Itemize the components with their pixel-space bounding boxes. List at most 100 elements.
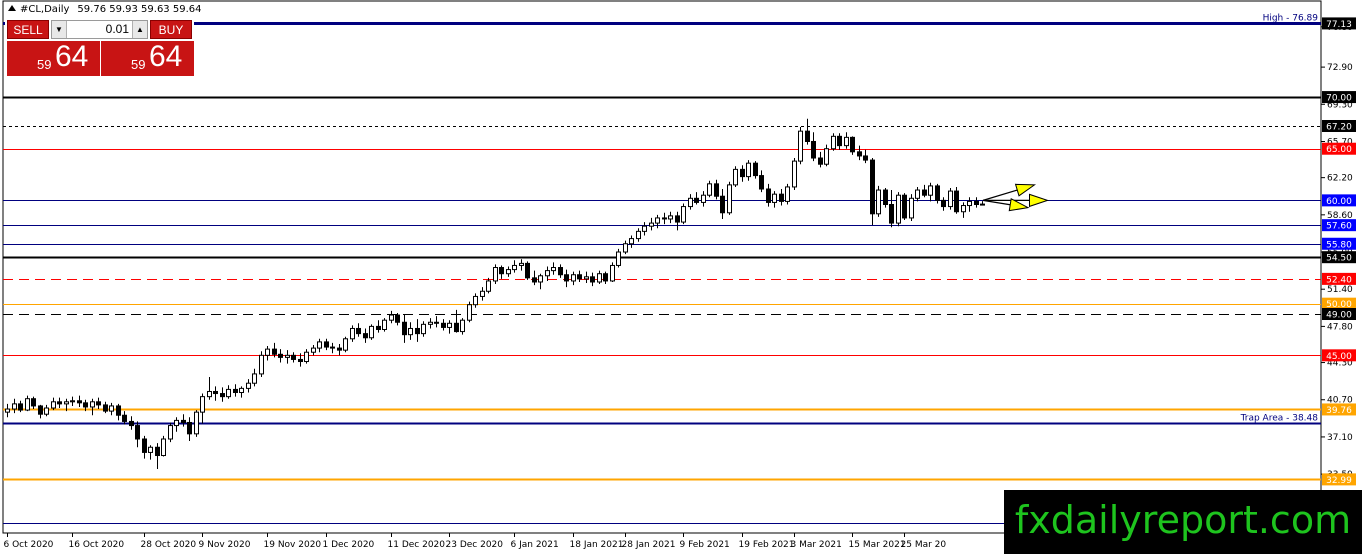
lot-decrease-icon[interactable]: ▼ [52, 21, 67, 38]
candle-body [519, 262, 524, 266]
candle-body [5, 408, 10, 413]
candle-body [51, 401, 56, 409]
candle-body [239, 387, 244, 394]
candle-body [538, 275, 543, 283]
candle-body [369, 325, 374, 339]
candle-body [857, 151, 862, 157]
candle-body [207, 390, 212, 398]
candle-body [155, 446, 160, 457]
candle-body [720, 195, 725, 214]
buy-price-major: 59 [131, 57, 146, 72]
candle-body [616, 251, 621, 266]
level-label: 57.60 [1326, 222, 1352, 232]
candle-body [571, 274, 576, 282]
candle-body [837, 135, 842, 147]
candle-body [57, 401, 62, 405]
candle-body [954, 190, 959, 213]
candle-body [330, 346, 335, 349]
candle-body [83, 402, 88, 408]
candle-body [590, 276, 595, 283]
candle-body [909, 197, 914, 219]
candle-body [473, 295, 478, 306]
candle-body [701, 194, 706, 203]
candle-body [317, 341, 322, 349]
x-tick-label: 25 Mar 20 [901, 540, 947, 550]
candle-body [805, 130, 810, 142]
candle-body [636, 230, 641, 240]
candle-body [447, 322, 452, 328]
candle-body [64, 401, 69, 405]
candle-body [902, 194, 907, 219]
candle-body [18, 403, 23, 411]
candle-body [454, 322, 459, 333]
buy-price-minor: 64 [149, 40, 183, 73]
y-tick-label: 72.90 [1327, 63, 1353, 73]
candle-body [870, 159, 875, 215]
price-axis: 76.8072.9069.3065.7062.2058.6055.0051.40… [1321, 17, 1356, 517]
price-chart[interactable]: High - 76.89 Trap Area - 38.48 76.8072.90… [0, 0, 1362, 554]
candle-body [135, 425, 140, 440]
candle-body [304, 351, 309, 363]
candle-body [844, 136, 849, 147]
candle-body [194, 411, 199, 435]
y-tick-label: 37.10 [1327, 433, 1353, 443]
candle-body [77, 400, 82, 404]
candle-body [707, 183, 712, 196]
sell-button[interactable]: SELL [7, 20, 49, 39]
level-label: 39.76 [1326, 406, 1352, 416]
candle-body [623, 243, 628, 253]
lot-size-input[interactable]: 0.01 [68, 21, 131, 38]
candle-body [922, 189, 927, 196]
level-label: 32.99 [1326, 476, 1352, 486]
x-tick-label: 15 Mar 2021 [849, 540, 906, 550]
candle-body [44, 407, 49, 415]
candle-body [675, 215, 680, 223]
level-label: 77.13 [1326, 20, 1352, 30]
candle-body [681, 206, 686, 223]
candle-body [798, 130, 803, 162]
candle-body [915, 189, 920, 199]
sell-price-major: 59 [37, 57, 52, 72]
y-tick-label: 51.40 [1327, 285, 1353, 295]
candle-body [941, 199, 946, 208]
x-tick-label: 28 Jan 2021 [622, 540, 676, 550]
candle-body [545, 270, 550, 277]
y-tick-label: 62.20 [1327, 174, 1353, 184]
candle-body [714, 183, 719, 197]
candle-body [233, 388, 238, 394]
candle-body [662, 217, 667, 220]
lot-increase-icon[interactable]: ▲ [132, 21, 147, 38]
lot-size-stepper[interactable]: ▼ 0.01 ▲ [51, 20, 148, 39]
candle-body [896, 194, 901, 224]
candle-body [460, 319, 465, 333]
candle-body [499, 267, 504, 275]
buy-price[interactable]: 59 64 [101, 40, 194, 76]
candle-body [577, 274, 582, 280]
x-tick-label: 6 Oct 2020 [4, 540, 54, 550]
sell-price[interactable]: 59 64 [7, 40, 100, 76]
candle-body [161, 438, 166, 457]
candle-body [831, 135, 836, 150]
candle-body [226, 388, 231, 398]
candle-body [395, 314, 400, 323]
plot-area[interactable] [2, 0, 1322, 534]
candle-body [90, 401, 95, 408]
buy-button[interactable]: BUY [150, 20, 192, 39]
watermark-logo: fxdailyreport.com [1004, 490, 1362, 554]
candle-body [493, 267, 498, 282]
level-label: 54.50 [1326, 254, 1352, 264]
candle-body [961, 205, 966, 213]
candle-body [434, 321, 439, 324]
candle-body [122, 414, 127, 422]
x-tick-label: 6 Jan 2021 [511, 540, 559, 550]
candle-body [259, 354, 264, 375]
candle-body [967, 200, 972, 207]
candle-body [506, 269, 511, 275]
candle-body [597, 273, 602, 283]
candle-body [441, 322, 446, 328]
x-tick-label: 11 Dec 2020 [388, 540, 446, 550]
candle-body [363, 333, 368, 339]
candle-body [174, 419, 179, 427]
candle-body [298, 358, 303, 363]
candle-body [766, 188, 771, 203]
